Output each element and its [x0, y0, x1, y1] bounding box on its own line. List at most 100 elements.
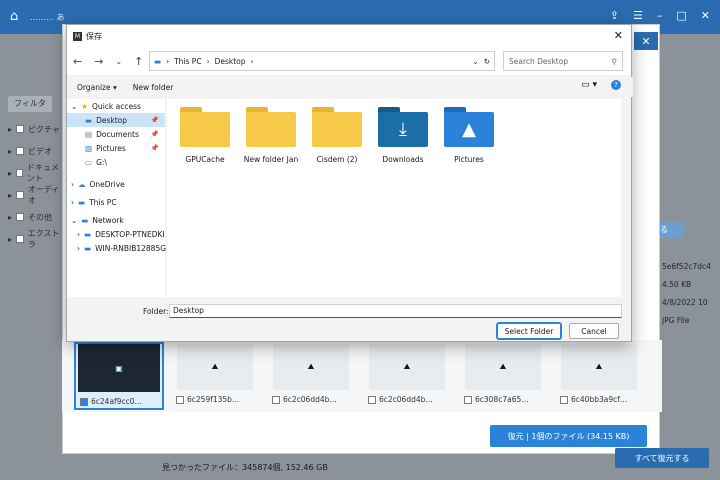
close-icon: ✕	[641, 34, 651, 48]
pictures-icon: ▧	[85, 143, 93, 153]
save-folder-dialog: M 保存 ✕ ← → ⌄ ↑ ▬ › This PC › Desktop › ⌄…	[66, 24, 633, 342]
pc-icon: ▬	[84, 229, 92, 239]
checkbox[interactable]	[176, 395, 184, 404]
dialog-title-bar: M 保存 ✕	[67, 25, 631, 47]
address-bar[interactable]: ▬ › This PC › Desktop › ⌄ ↻	[149, 51, 495, 71]
network-icon: ▬	[81, 215, 89, 225]
nav-pictures[interactable]: ▧ Pictures 📌	[67, 141, 165, 155]
tree-item[interactable]: ▸ その他	[0, 206, 66, 228]
image-icon: ⛰	[465, 344, 541, 390]
dialog-title: 保存	[86, 31, 102, 41]
back-arrow-icon[interactable]: ←	[73, 55, 82, 68]
pc-icon: ▬	[154, 56, 162, 66]
up-arrow-icon[interactable]: ↑	[134, 55, 143, 68]
tree-item[interactable]: ▸ エクストラ	[0, 228, 66, 250]
star-icon: ★	[81, 101, 89, 111]
breadcrumb-desktop[interactable]: Desktop	[215, 57, 246, 66]
export-icon[interactable]: ⇪	[610, 9, 619, 22]
folder-icon	[246, 107, 296, 147]
downloads-folder-icon: ⤓	[378, 107, 428, 147]
nav-this-pc[interactable]: › ▬ This PC	[67, 195, 165, 209]
thumbnail-item[interactable]: ⛰ 6c259f135b…	[172, 344, 258, 408]
recover-button[interactable]: 復元 | 1個のファイル (34.15 KB)	[490, 425, 647, 447]
document-icon: ▤	[85, 129, 93, 139]
folder-name-field[interactable]: Desktop	[169, 304, 622, 318]
chevron-down-icon[interactable]: ⌄	[115, 57, 122, 66]
detail-type: JPG File	[662, 316, 690, 325]
thumbnail-item[interactable]: ▣ 6c24af9cc0…	[74, 342, 164, 410]
nav-network-host[interactable]: › ▬ WIN-RNBIB12885G	[67, 241, 166, 255]
filter-pill[interactable]: フィルタ	[8, 96, 52, 112]
folder-item[interactable]: ▲ Pictures	[439, 107, 499, 164]
tree-item[interactable]: ▸ ビデオ	[0, 140, 66, 162]
nav-network[interactable]: ⌄ ▬ Network	[67, 213, 165, 227]
thumbnail-item[interactable]: ⛰ 6c308c7a65…	[460, 344, 546, 408]
thumbnail-item[interactable]: ⛰ 6c2c06dd4b…	[268, 344, 354, 408]
status-text: 見つかったファイル：345874個, 152.46 GB	[162, 463, 328, 472]
image-icon: ⛰	[177, 344, 253, 390]
help-icon[interactable]: ?	[611, 80, 621, 90]
image-icon: ⛰	[369, 344, 445, 390]
left-tree: ▸ ピクチャ ▸ ビデオ ▸ ドキュメント ▸ オーディオ ▸ その他 ▸ エク…	[0, 118, 66, 378]
home-icon[interactable]: ⌂	[10, 9, 18, 24]
nav-onedrive[interactable]: › ☁ OneDrive	[67, 177, 165, 191]
search-input[interactable]: Search Desktop ⚲	[503, 51, 623, 71]
folder-item[interactable]: GPUCache	[175, 107, 235, 164]
maximize-icon[interactable]: □	[676, 9, 686, 22]
pin-icon: 📌	[150, 130, 159, 138]
detail-size: 4.50 KB	[662, 280, 692, 289]
view-icon[interactable]: ▭ ▾	[581, 80, 597, 90]
folder-item[interactable]: ⤓ Downloads	[373, 107, 433, 164]
pin-icon: 📌	[150, 116, 159, 124]
recover-all-button[interactable]: すべて復元する	[615, 448, 709, 468]
dialog-toolbar: Organize ▾ New folder	[67, 77, 633, 97]
pictures-folder-icon: ▲	[444, 107, 494, 147]
image-thumbnail: ▣	[78, 344, 160, 392]
close-icon[interactable]: ✕	[701, 9, 710, 22]
folder-item[interactable]: Cisdem (2)	[307, 107, 367, 164]
refresh-icon[interactable]: ↻	[484, 57, 490, 66]
menu-icon[interactable]: ☰	[633, 9, 643, 22]
app-title: ……… あ	[30, 13, 65, 22]
cancel-button[interactable]: Cancel	[569, 323, 619, 339]
select-folder-button[interactable]: Select Folder	[496, 322, 562, 340]
folder-item[interactable]: New folder Jan	[241, 107, 301, 164]
file-details: 5e6f52c7dc4 4.50 KB 4/8/2022 10 JPG File	[658, 260, 720, 332]
folder-icon	[312, 107, 362, 147]
app-icon: M	[73, 31, 82, 41]
checkbox[interactable]	[368, 395, 376, 404]
close-icon[interactable]: ✕	[614, 29, 623, 42]
cloud-icon: ☁	[78, 179, 86, 189]
tree-item[interactable]: ▸ オーディオ	[0, 184, 66, 206]
thumbnail-strip: ▣ 6c24af9cc0… ⛰ 6c259f135b… ⛰ 6c2c06dd4b…	[62, 340, 662, 412]
tree-item[interactable]: ▸ ドキュメント	[0, 162, 66, 184]
checkbox[interactable]	[464, 395, 472, 404]
checkbox[interactable]	[272, 395, 280, 404]
forward-arrow-icon[interactable]: →	[94, 55, 103, 68]
view-controls: ▭ ▾ ?	[581, 80, 621, 90]
nav-documents[interactable]: ▤ Documents 📌	[67, 127, 165, 141]
folder-content-pane: GPUCache New folder Jan Cisdem (2) ⤓ Dow…	[167, 99, 623, 297]
nav-network-host[interactable]: › ▬ DESKTOP-PTNEDKI	[67, 227, 165, 241]
nav-desktop[interactable]: ▬ Desktop 📌	[67, 113, 165, 127]
checkbox[interactable]	[80, 397, 88, 406]
nav-drive-g[interactable]: ▭ G:\	[67, 155, 165, 169]
thumbnail-item[interactable]: ⛰ 6c2c06dd4b…	[364, 344, 450, 408]
minimize-icon[interactable]: –	[657, 9, 663, 22]
breadcrumb-this-pc[interactable]: This PC	[174, 57, 201, 66]
search-icon: ⚲	[611, 56, 618, 66]
tree-item[interactable]: ▸ ピクチャ	[0, 118, 66, 140]
recovery-close-button[interactable]: ✕	[634, 32, 658, 50]
pin-icon: 📌	[150, 144, 159, 152]
thumbnail-item[interactable]: ⛰ 6c40bb3a9cf…	[556, 344, 642, 408]
checkbox[interactable]	[560, 395, 568, 404]
nav-quick-access[interactable]: ⌄ ★ Quick access	[67, 99, 165, 113]
image-icon: ⛰	[561, 344, 637, 390]
new-folder-button[interactable]: New folder	[133, 83, 174, 92]
organize-menu[interactable]: Organize ▾	[77, 83, 117, 92]
chevron-down-icon[interactable]: ⌄	[472, 57, 478, 66]
folder-label: Folder:	[143, 307, 169, 316]
drive-icon: ▭	[85, 157, 93, 167]
vertical-scrollbar[interactable]	[621, 99, 631, 297]
desktop-icon: ▬	[85, 115, 93, 125]
